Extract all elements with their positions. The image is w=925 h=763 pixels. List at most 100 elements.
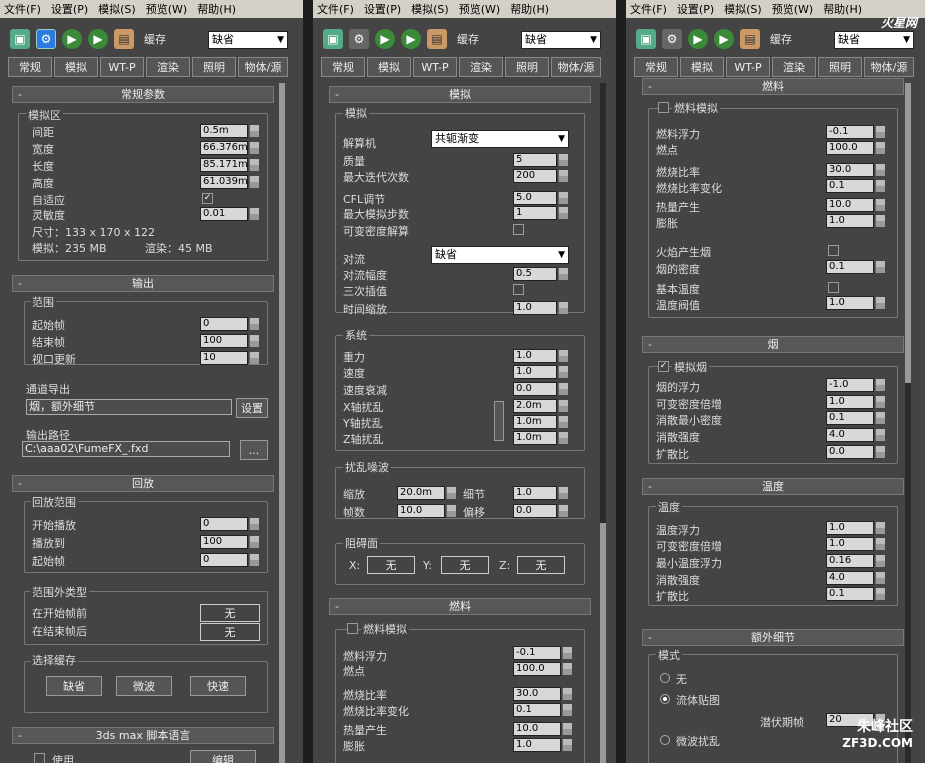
rollout-smoke[interactable]: -烟	[642, 336, 904, 353]
mode-none-radio[interactable]	[660, 673, 670, 683]
tab-render[interactable]: 渲染	[146, 57, 190, 77]
menu-preview[interactable]: 预览(W)	[459, 1, 500, 17]
menu-file[interactable]: 文件(F)	[630, 1, 667, 17]
temp-diffusion-spinner[interactable]: 0.1	[826, 587, 885, 601]
play-icon[interactable]: ▶	[62, 29, 82, 49]
spacing-spinner[interactable]: 0.5m	[200, 124, 259, 138]
cache-wavelet-button[interactable]: 微波	[116, 676, 172, 696]
sensitivity-spinner[interactable]: 0.01	[200, 207, 259, 221]
z-turbulence-spinner[interactable]: 1.0m	[513, 431, 568, 445]
min-temp-buoyancy-spinner[interactable]: 0.16	[826, 554, 885, 568]
mode-fluid-map-radio[interactable]	[660, 694, 670, 704]
temp-buoyancy-spinner[interactable]: 1.0	[826, 521, 885, 535]
menu-help[interactable]: 帮助(H)	[197, 1, 236, 17]
convection-dropdown[interactable]: 缺省 ▼	[431, 246, 569, 264]
dissipation-min-spinner[interactable]: 0.1	[826, 411, 885, 425]
rollout-maxscript[interactable]: -3ds max 脚本语言	[12, 727, 274, 744]
tab-general[interactable]: 常规	[321, 57, 365, 77]
flame-smoke-checkbox[interactable]	[828, 245, 839, 256]
expansion-spinner[interactable]: 1.0	[513, 738, 572, 752]
quality-spinner[interactable]: 5	[513, 153, 568, 167]
cache-dropdown[interactable]: 缺省 ▼	[521, 31, 601, 49]
viewport-update-spinner[interactable]: 10	[200, 351, 259, 365]
image-icon[interactable]: ▣	[323, 29, 343, 49]
rollout-general[interactable]: - 常规参数	[12, 86, 274, 103]
tab-lighting[interactable]: 照明	[192, 57, 236, 77]
mode-wavelet-radio[interactable]	[660, 735, 670, 745]
fuel-sim-checkbox[interactable]	[658, 102, 669, 113]
tab-general[interactable]: 常规	[8, 57, 52, 77]
width-spinner[interactable]: 66.376m	[200, 141, 259, 155]
ignition-spinner[interactable]: 100.0	[513, 662, 572, 676]
turbulence-lock-button[interactable]	[494, 401, 504, 441]
tab-sim[interactable]: 模拟	[54, 57, 98, 77]
max-iterations-spinner[interactable]: 200	[513, 169, 568, 183]
burn-rate-spinner[interactable]: 30.0	[513, 687, 572, 701]
x-turbulence-spinner[interactable]: 2.0m	[513, 399, 568, 413]
menu-simulate[interactable]: 模拟(S)	[724, 1, 762, 17]
noise-detail-spinner[interactable]: 1.0	[513, 486, 568, 500]
menu-file[interactable]: 文件(F)	[317, 1, 354, 17]
fuel-sim-checkbox[interactable]	[347, 623, 358, 634]
tab-wtp[interactable]: WT-P	[726, 57, 770, 77]
output-path-field[interactable]: C:\aaa02\FumeFX_.fxd	[22, 441, 230, 457]
continue-icon[interactable]: ▶	[714, 29, 734, 49]
browse-button[interactable]: ...	[240, 440, 268, 460]
scrollbar-thumb[interactable]	[600, 523, 606, 763]
rollout-extra-detail[interactable]: - 额外细节	[642, 629, 904, 646]
menu-settings[interactable]: 设置(P)	[677, 1, 714, 17]
play-icon[interactable]: ▶	[688, 29, 708, 49]
end-frame-spinner[interactable]: 100	[200, 334, 259, 348]
heat-spinner[interactable]: 10.0	[826, 198, 885, 212]
temp-dissipation-spinner[interactable]: 4.0	[826, 571, 885, 585]
expansion-spinner[interactable]: 1.0	[826, 214, 885, 228]
cache-dropdown[interactable]: 缺省 ▼	[208, 31, 288, 49]
menu-preview[interactable]: 预览(W)	[146, 1, 187, 17]
edit-script-button[interactable]: 编辑	[190, 750, 256, 763]
first-frame-spinner[interactable]: 0	[200, 553, 259, 567]
start-frame-spinner[interactable]: 0	[200, 317, 259, 331]
base-temp-checkbox[interactable]	[828, 282, 839, 293]
image-icon[interactable]: ▣	[10, 29, 30, 49]
after-end-button[interactable]: 无	[200, 623, 260, 641]
use-script-checkbox[interactable]	[34, 753, 45, 763]
tab-wtp[interactable]: WT-P	[100, 57, 144, 77]
convection-amp-spinner[interactable]: 0.5	[513, 267, 568, 281]
before-start-button[interactable]: 无	[200, 604, 260, 622]
noise-scale-spinner[interactable]: 20.0m	[397, 486, 456, 500]
image-icon[interactable]: ▣	[636, 29, 656, 49]
tab-objects[interactable]: 物体/源	[864, 57, 914, 77]
sim-smoke-checkbox[interactable]: ✓	[658, 361, 669, 372]
play-icon[interactable]: ▶	[375, 29, 395, 49]
rollout-fuel[interactable]: - 燃料	[329, 598, 591, 615]
tab-lighting[interactable]: 照明	[505, 57, 549, 77]
rollout-output[interactable]: - 输出	[12, 275, 274, 292]
menu-file[interactable]: 文件(F)	[4, 1, 41, 17]
burn-rate-spinner[interactable]: 30.0	[826, 163, 885, 177]
rollout-playback[interactable]: - 回放	[12, 475, 274, 492]
gravity-spinner[interactable]: 1.0	[513, 349, 568, 363]
scrollbar[interactable]	[600, 83, 606, 763]
menu-help[interactable]: 帮助(H)	[823, 1, 862, 17]
cache-icon[interactable]: ▤	[740, 29, 760, 49]
settings-icon[interactable]: ⚙	[349, 29, 369, 49]
scrollbar[interactable]	[279, 83, 285, 763]
noise-offset-spinner[interactable]: 0.0	[513, 504, 568, 518]
continue-icon[interactable]: ▶	[401, 29, 421, 49]
max-steps-spinner[interactable]: 1	[513, 206, 568, 220]
cache-icon[interactable]: ▤	[114, 29, 134, 49]
velocity-spinner[interactable]: 1.0	[513, 365, 568, 379]
obstacle-y-button[interactable]: 无	[441, 556, 489, 574]
heat-spinner[interactable]: 10.0	[513, 722, 572, 736]
y-turbulence-spinner[interactable]: 1.0m	[513, 415, 568, 429]
menu-help[interactable]: 帮助(H)	[510, 1, 549, 17]
tab-wtp[interactable]: WT-P	[413, 57, 457, 77]
cache-fast-button[interactable]: 快速	[190, 676, 246, 696]
fuel-buoyancy-spinner[interactable]: -0.1	[513, 646, 572, 660]
cubic-checkbox[interactable]	[513, 284, 524, 295]
burn-rate-var-spinner[interactable]: 0.1	[513, 703, 572, 717]
adaptive-checkbox[interactable]: ✓	[202, 193, 213, 204]
temp-var-density-spinner[interactable]: 1.0	[826, 537, 885, 551]
channel-export-field[interactable]: 烟，额外细节	[26, 399, 232, 415]
length-spinner[interactable]: 85.171m	[200, 158, 259, 172]
